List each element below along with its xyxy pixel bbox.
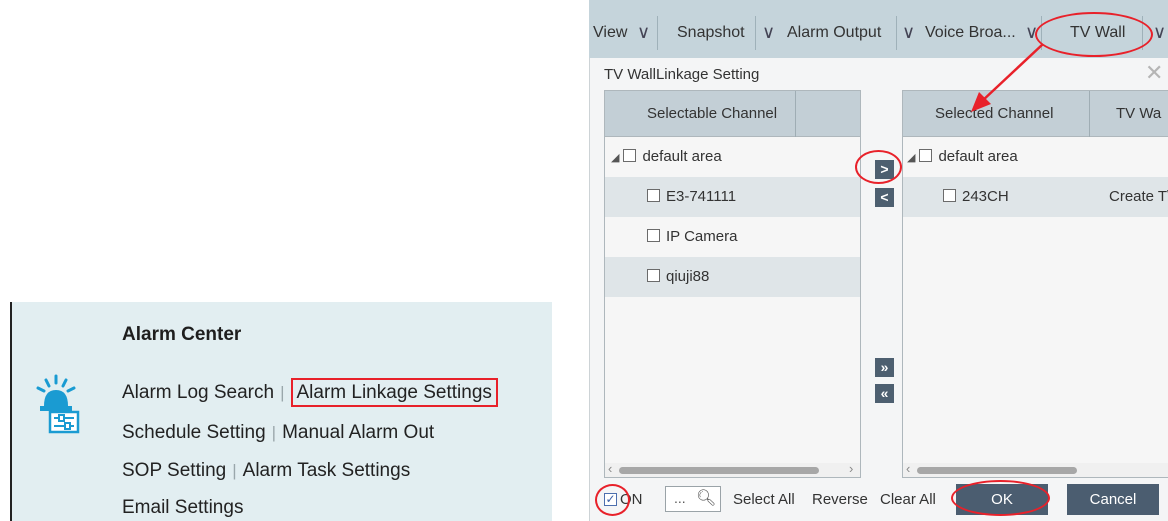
alarm-row-1: Alarm Log Search | Alarm Linkage Settings	[122, 378, 498, 407]
checkbox[interactable]	[943, 189, 956, 202]
alarm-log-search-link[interactable]: Alarm Log Search	[122, 382, 274, 403]
separator: |	[280, 383, 285, 402]
close-icon[interactable]: ✕	[1145, 60, 1163, 86]
alarm-task-settings-link[interactable]: Alarm Task Settings	[243, 460, 411, 481]
list-item[interactable]: E3-741111	[605, 177, 860, 217]
group-label: default area	[938, 148, 1018, 165]
checkbox[interactable]	[919, 149, 933, 162]
column-selectable-channel: Selectable Channel	[647, 105, 778, 122]
checkbox[interactable]	[647, 229, 660, 242]
client-window: View ∨ Snapshot ∨ Alarm Output ∨ Voice B…	[589, 0, 1168, 521]
channel-label: 243CH	[962, 188, 1009, 205]
cancel-button[interactable]: Cancel	[1067, 484, 1159, 515]
scrollbar-thumb[interactable]	[917, 467, 1077, 474]
schedule-setting-link[interactable]: Schedule Setting	[122, 422, 266, 443]
horizontal-scrollbar[interactable]: ‹ ›	[605, 461, 860, 477]
chevron-down-icon[interactable]: ∨	[762, 22, 775, 43]
tv-wall-action-link[interactable]: Create T\	[1109, 188, 1168, 205]
annotation-arrow-icon	[971, 43, 1044, 112]
selectable-channel-header: Selectable Channel	[605, 91, 860, 137]
separator: |	[271, 423, 277, 442]
chevron-down-icon[interactable]: ∨	[637, 22, 650, 43]
alarm-siren-icon	[36, 374, 80, 434]
dialog-footer: ✓ ON ... 🔍︎ Select All Reverse Clear All…	[590, 480, 1168, 521]
ok-button[interactable]: OK	[956, 484, 1048, 515]
toolbar-tv-wall[interactable]: TV Wall	[1070, 24, 1125, 42]
remove-all-button[interactable]: «	[875, 384, 894, 403]
separator: |	[232, 461, 237, 480]
email-settings-link[interactable]: Email Settings	[122, 497, 243, 518]
horizontal-scrollbar[interactable]: ‹	[903, 461, 1168, 477]
toolbar-divider	[755, 16, 756, 50]
scroll-left-icon[interactable]: ‹	[906, 461, 910, 476]
add-all-button[interactable]: »	[875, 358, 894, 377]
scroll-left-icon[interactable]: ‹	[608, 461, 612, 476]
alarm-row-4: Email Settings	[122, 497, 243, 519]
collapse-triangle-icon[interactable]: ◢	[611, 152, 619, 164]
toolbar-alarm-output[interactable]: Alarm Output	[787, 24, 881, 42]
add-selected-button[interactable]: >	[875, 160, 894, 179]
list-item[interactable]: 243CH Create T\	[903, 177, 1168, 217]
toolbar-divider	[1142, 16, 1143, 50]
toolbar-divider	[657, 16, 658, 50]
tree-group-row[interactable]: ◢ default area	[903, 137, 1168, 177]
checkbox[interactable]	[647, 269, 660, 282]
search-icon[interactable]: 🔍︎	[696, 488, 716, 508]
dialog-title: TV WallLinkage Setting	[604, 66, 760, 83]
manual-alarm-out-link[interactable]: Manual Alarm Out	[282, 422, 434, 443]
search-field[interactable]: ... 🔍︎	[665, 486, 721, 512]
alarm-linkage-settings-link[interactable]: Alarm Linkage Settings	[290, 378, 498, 407]
sop-setting-link[interactable]: SOP Setting	[122, 460, 226, 481]
selected-channel-panel: Selected Channel TV Wa ◢ default area 243…	[902, 90, 1168, 478]
on-checkbox[interactable]: ✓	[604, 493, 617, 506]
column-divider	[795, 91, 796, 137]
checkbox[interactable]	[623, 149, 637, 162]
chevron-down-icon[interactable]: ∨	[902, 22, 915, 43]
select-all-button[interactable]: Select All	[733, 491, 795, 508]
remove-selected-button[interactable]: <	[875, 188, 894, 207]
collapse-triangle-icon[interactable]: ◢	[907, 152, 915, 164]
tree-group-row[interactable]: ◢ default area	[605, 137, 860, 177]
channel-label: IP Camera	[666, 228, 738, 245]
toolbar: View ∨ Snapshot ∨ Alarm Output ∨ Voice B…	[589, 0, 1168, 62]
selectable-channel-panel: Selectable Channel ◢ default area E3-7411…	[604, 90, 861, 478]
alarm-row-3: SOP Setting | Alarm Task Settings	[122, 460, 410, 482]
alarm-center-panel: Alarm Center Alarm Log Search | Alarm Link…	[10, 302, 552, 521]
scrollbar-thumb[interactable]	[619, 467, 819, 474]
reverse-button[interactable]: Reverse	[812, 491, 868, 508]
list-item[interactable]: qiuji88	[605, 257, 860, 297]
on-label: ON	[620, 491, 643, 508]
checkbox[interactable]	[647, 189, 660, 202]
column-divider	[1089, 91, 1090, 137]
alarm-row-2: Schedule Setting | Manual Alarm Out	[122, 422, 434, 444]
channel-label: qiuji88	[666, 268, 710, 285]
alarm-center-title: Alarm Center	[122, 324, 242, 345]
scroll-right-icon[interactable]: ›	[849, 461, 853, 476]
chevron-down-icon[interactable]: ∨	[1153, 22, 1166, 43]
toolbar-view[interactable]: View	[593, 24, 627, 42]
search-placeholder: ...	[674, 490, 686, 506]
tv-wall-linkage-dialog: TV WallLinkage Setting ✕ Selectable Chan…	[589, 58, 1168, 521]
channel-label: E3-741111	[666, 188, 737, 205]
column-tv-wall: TV Wa	[1116, 105, 1162, 122]
group-label: default area	[642, 148, 722, 165]
toolbar-snapshot[interactable]: Snapshot	[677, 24, 745, 42]
list-item[interactable]: IP Camera	[605, 217, 860, 257]
clear-all-button[interactable]: Clear All	[880, 491, 936, 508]
toolbar-divider	[896, 16, 897, 50]
